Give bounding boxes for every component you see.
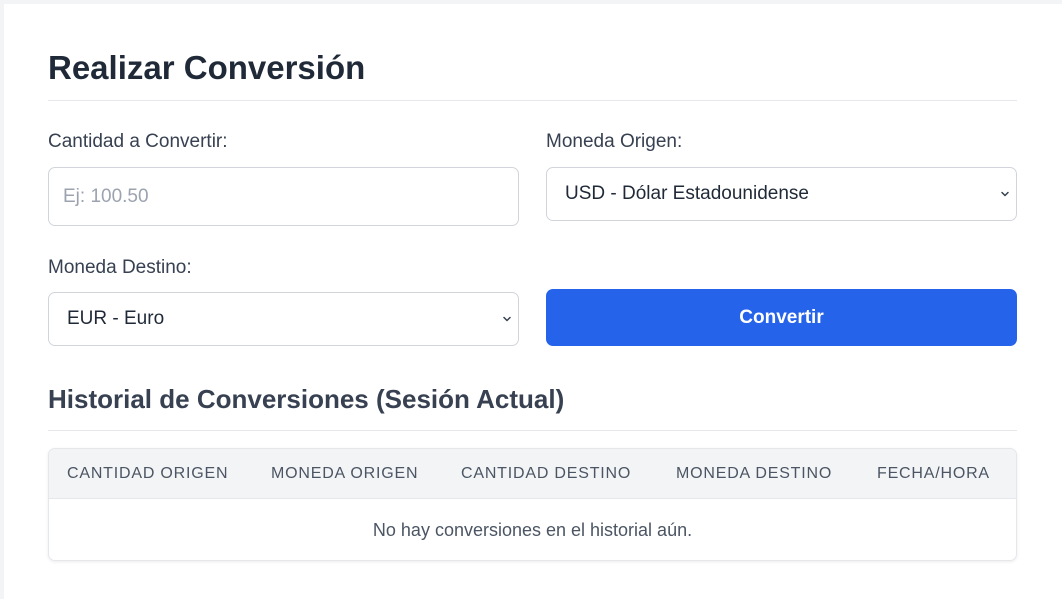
table-header: CANTIDAD ORIGEN MONEDA ORIGEN CANTIDAD D… bbox=[49, 449, 1016, 499]
origin-currency-label: Moneda Origen: bbox=[546, 131, 683, 152]
column-header-source-currency: MONEDA ORIGEN bbox=[271, 465, 419, 482]
conversion-card: Realizar Conversión Cantidad a Convertir… bbox=[4, 4, 1062, 599]
origin-currency-select[interactable]: USD - Dólar Estadounidense bbox=[546, 167, 1017, 221]
column-header-target-currency: MONEDA DESTINO bbox=[676, 465, 833, 482]
column-header-target-amount: CANTIDAD DESTINO bbox=[461, 465, 632, 482]
convert-button[interactable]: Convertir bbox=[546, 289, 1017, 346]
destination-currency-value: EUR - Euro bbox=[67, 308, 165, 329]
chevron-down-icon bbox=[1001, 191, 1009, 197]
title-divider bbox=[48, 100, 1017, 101]
table-empty-message: No hay conversiones en el historial aún. bbox=[372, 519, 693, 540]
history-table: CANTIDAD ORIGEN MONEDA ORIGEN CANTIDAD D… bbox=[48, 448, 1017, 561]
amount-label: Cantidad a Convertir: bbox=[48, 131, 228, 152]
page-title: Realizar Conversión bbox=[48, 49, 366, 86]
column-header-datetime: FECHA/HORA bbox=[877, 465, 990, 482]
destination-currency-select[interactable]: EUR - Euro bbox=[48, 292, 519, 346]
destination-currency-label: Moneda Destino: bbox=[48, 257, 192, 278]
history-divider bbox=[48, 430, 1017, 431]
origin-currency-value: USD - Dólar Estadounidense bbox=[565, 183, 809, 204]
chevron-down-icon bbox=[503, 316, 511, 322]
amount-input[interactable] bbox=[48, 167, 519, 226]
column-header-source-amount: CANTIDAD ORIGEN bbox=[67, 465, 229, 482]
history-title: Historial de Conversiones (Sesión Actual… bbox=[48, 384, 565, 414]
